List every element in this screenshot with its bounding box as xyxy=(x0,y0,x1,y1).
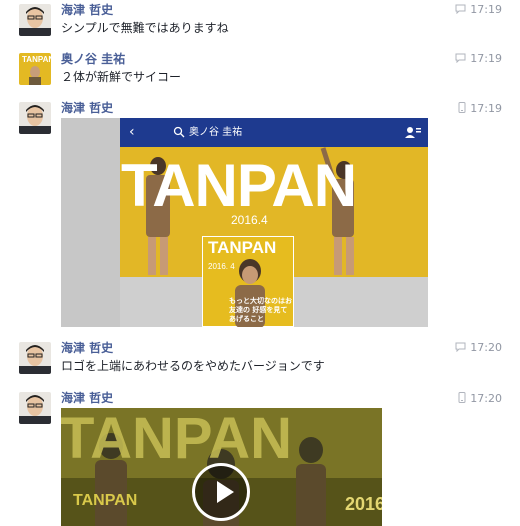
play-icon[interactable] xyxy=(192,463,250,521)
timestamp-text: 17:19 xyxy=(470,102,502,115)
app-header-title: 奥ノ谷 圭祐 xyxy=(189,127,243,138)
message-text: シンプルで無難ではありますね xyxy=(61,21,229,35)
video-small-logo: TANPAN xyxy=(73,492,138,509)
search-icon xyxy=(173,126,185,138)
timestamp: 17:19 xyxy=(458,102,502,115)
message-text: ２体が新鮮でサイコー xyxy=(61,70,182,84)
photo-attachment[interactable]: ‹ 奥ノ谷 圭祐 TANPAN 2016.4 TANPAN 2016. 4 もっ… xyxy=(61,118,428,327)
poster-date: 2016.4 xyxy=(231,213,268,227)
timestamp-text: 17:19 xyxy=(470,52,502,65)
video-attachment[interactable]: TANPAN TANPAN 2016 xyxy=(61,408,382,526)
magazine-cover: TANPAN 2016. 4 もっと大切なのはお友達の 好感を見てあげること xyxy=(202,236,294,327)
chat-bubble-icon xyxy=(455,53,466,63)
mobile-phone-icon xyxy=(458,392,466,403)
sender-name[interactable]: 海津 哲史 xyxy=(61,101,113,115)
message-text: ロゴを上端にあわせるのをやめたバージョンです xyxy=(61,359,325,373)
timestamp-text: 17:19 xyxy=(470,3,502,16)
timestamp-text: 17:20 xyxy=(470,341,502,354)
message-row: 海津 哲史 ロゴを上端にあわせるのをやめたバージョンです 17:20 xyxy=(0,341,520,377)
svg-text:TANPAN: TANPAN xyxy=(22,55,51,64)
message-row: 海津 哲史 17:20 TANPAN TANPAN 2016 xyxy=(0,391,520,526)
contact-card-icon xyxy=(405,127,421,138)
mobile-phone-icon xyxy=(458,102,466,113)
avatar[interactable] xyxy=(19,342,51,374)
timestamp: 17:20 xyxy=(458,392,502,405)
sender-name[interactable]: 海津 哲史 xyxy=(61,341,113,355)
avatar[interactable] xyxy=(19,4,51,36)
avatar[interactable] xyxy=(19,102,51,134)
app-header-bar xyxy=(120,118,428,147)
video-year: 2016 xyxy=(345,494,382,514)
chat-bubble-icon xyxy=(455,4,466,14)
timestamp-text: 17:20 xyxy=(470,392,502,405)
poster-logo: TANPAN xyxy=(121,152,357,219)
sender-name[interactable]: 海津 哲史 xyxy=(61,391,113,405)
timestamp: 17:19 xyxy=(455,53,502,65)
magazine-caption: もっと大切なのはお友達の 好感を見てあげること xyxy=(229,297,292,323)
message-row: 海津 哲史 シンプルで無難ではありますね 17:19 xyxy=(0,3,520,39)
avatar[interactable] xyxy=(19,392,51,424)
avatar[interactable]: TANPAN xyxy=(19,53,51,85)
chat-bubble-icon xyxy=(455,342,466,352)
sender-name[interactable]: 海津 哲史 xyxy=(61,3,113,17)
message-row: 海津 哲史 17:19 ‹ 奥ノ谷 圭祐 TANPAN 2016.4 TANPA… xyxy=(0,101,520,329)
video-logo: TANPAN xyxy=(61,408,293,471)
sender-name[interactable]: 奥ノ谷 圭祐 xyxy=(61,52,125,66)
timestamp: 17:19 xyxy=(455,4,502,16)
timestamp: 17:20 xyxy=(455,342,502,354)
back-arrow-icon: ‹ xyxy=(129,124,135,140)
message-row: TANPAN 奥ノ谷 圭祐 ２体が新鮮でサイコー 17:19 xyxy=(0,52,520,88)
